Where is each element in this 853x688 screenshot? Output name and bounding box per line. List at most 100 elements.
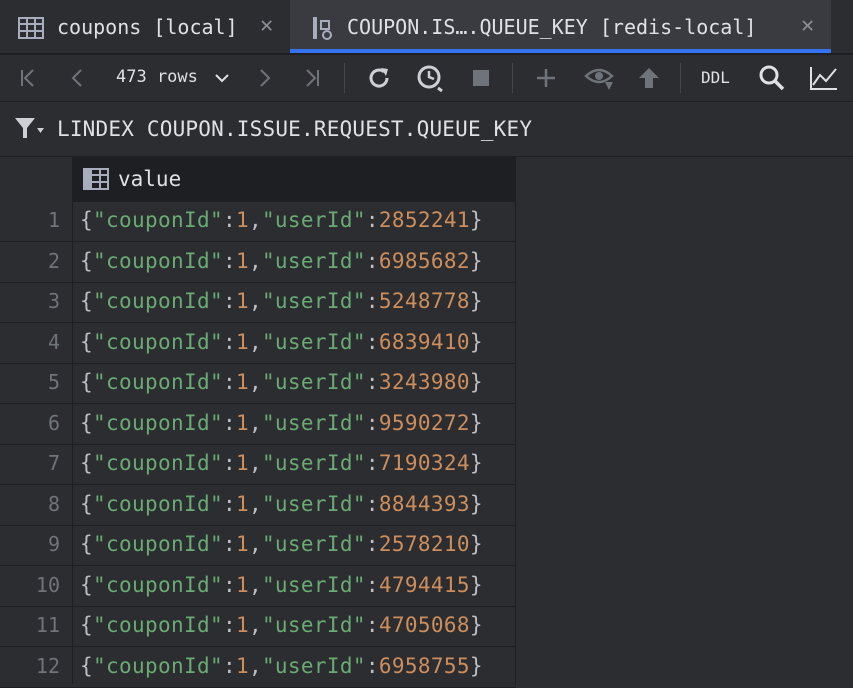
json-token: { — [80, 329, 93, 354]
table-row[interactable]: 3 {"couponId":1,"userId":5248778} — [0, 283, 516, 323]
value-cell[interactable]: {"couponId":1,"userId":6985682} — [80, 249, 483, 273]
coupon-id-value: 1 — [235, 208, 249, 232]
json-token: "userId" — [261, 289, 366, 313]
ddl-button[interactable]: DDL — [701, 68, 730, 87]
close-icon[interactable]: ✕ — [801, 13, 814, 38]
table-row[interactable]: 8 {"couponId":1,"userId":8844393} — [0, 486, 516, 526]
previous-page-icon[interactable] — [64, 55, 92, 101]
json-token: : — [365, 451, 379, 475]
coupon-id-value: 1 — [235, 248, 249, 273]
stop-icon[interactable] — [468, 55, 494, 101]
value-cell[interactable]: {"couponId":1,"userId":7190324} — [80, 451, 483, 475]
json-token: } — [469, 248, 483, 273]
json-token: { — [80, 572, 93, 597]
row-divider — [0, 686, 516, 688]
json-token: } — [469, 370, 483, 394]
json-token: : — [365, 410, 379, 435]
json-token: : — [365, 370, 379, 394]
divider — [72, 157, 73, 684]
json-token: } — [469, 532, 483, 556]
value-cell[interactable]: {"couponId":1,"userId":2852241} — [80, 208, 483, 232]
results-toolbar: 473 rows DDL — [0, 55, 853, 101]
json-token: : — [365, 329, 379, 354]
value-cell[interactable]: {"couponId":1,"userId":9590272} — [80, 411, 483, 435]
json-token: "userId" — [261, 248, 366, 273]
tab-bar: coupons [local] ✕ COUPON.IS….QUEUE_KEY [… — [0, 0, 853, 53]
json-token: "couponId" — [93, 370, 223, 394]
json-token: : — [222, 451, 236, 475]
first-page-icon[interactable] — [14, 55, 42, 101]
value-cell[interactable]: {"couponId":1,"userId":4794415} — [80, 573, 483, 597]
value-cell[interactable]: {"couponId":1,"userId":4705068} — [80, 613, 483, 637]
json-token: } — [469, 653, 483, 678]
column-header-value[interactable]: value — [72, 157, 515, 202]
json-token: , — [248, 289, 262, 313]
divider — [512, 63, 513, 93]
table-row[interactable]: 4 {"couponId":1,"userId":6839410} — [0, 324, 516, 364]
table-row[interactable]: 11 {"couponId":1,"userId":4705068} — [0, 607, 516, 647]
table-row[interactable]: 9 {"couponId":1,"userId":2578210} — [0, 526, 516, 566]
value-cell[interactable]: {"couponId":1,"userId":3243980} — [80, 370, 483, 394]
tab-coupons-local[interactable]: coupons [local] ✕ — [0, 0, 290, 53]
filter-icon[interactable] — [12, 104, 46, 154]
table-row[interactable]: 1 {"couponId":1,"userId":2852241} — [0, 202, 516, 242]
last-page-icon[interactable] — [298, 55, 326, 101]
tab-label: COUPON.IS….QUEUE_KEY [redis-local] — [347, 15, 757, 39]
value-cell[interactable]: {"couponId":1,"userId":6839410} — [80, 330, 483, 354]
json-token: : — [222, 329, 236, 354]
chart-icon[interactable] — [808, 55, 840, 101]
next-page-icon[interactable] — [250, 55, 278, 101]
divider — [515, 157, 516, 684]
value-cell[interactable]: {"couponId":1,"userId":6958755} — [80, 654, 483, 678]
json-token: : — [222, 572, 236, 597]
table-row[interactable]: 5 {"couponId":1,"userId":3243980} — [0, 364, 516, 404]
json-token: , — [248, 248, 262, 273]
tab-label: coupons [local] — [57, 15, 238, 39]
auto-refresh-icon[interactable] — [414, 55, 446, 101]
json-token: } — [469, 451, 483, 475]
table-row[interactable]: 2 {"couponId":1,"userId":6985682} — [0, 243, 516, 283]
tab-redis-queue-key[interactable]: COUPON.IS….QUEUE_KEY [redis-local] ✕ — [290, 0, 831, 53]
json-token: , — [248, 370, 262, 394]
json-token: } — [469, 491, 483, 516]
row-number: 6 — [47, 410, 60, 435]
value-cell[interactable]: {"couponId":1,"userId":8844393} — [80, 492, 483, 516]
json-token: { — [80, 532, 93, 556]
table-row[interactable]: 12 {"couponId":1,"userId":6958755} — [0, 648, 516, 688]
json-token: : — [222, 491, 236, 516]
json-token: : — [365, 289, 379, 313]
json-token: "couponId" — [93, 653, 223, 678]
json-token: : — [365, 653, 379, 678]
query-bar: LINDEX COUPON.ISSUE.REQUEST.QUEUE_KEY — [0, 102, 853, 156]
close-icon[interactable]: ✕ — [260, 13, 273, 38]
coupon-id-value: 1 — [235, 329, 249, 354]
user-id-value: 2578210 — [378, 532, 470, 556]
user-id-value: 7190324 — [378, 451, 470, 475]
json-token: : — [365, 491, 379, 516]
refresh-icon[interactable] — [364, 55, 394, 101]
value-cell[interactable]: {"couponId":1,"userId":2578210} — [80, 532, 483, 556]
json-token: : — [222, 208, 236, 232]
row-number: 3 — [47, 289, 60, 313]
add-row-icon[interactable] — [533, 55, 559, 101]
json-token: , — [248, 208, 262, 232]
table-row[interactable]: 10 {"couponId":1,"userId":4794415} — [0, 567, 516, 607]
row-number: 10 — [35, 572, 60, 597]
row-number: 8 — [47, 491, 60, 516]
value-cell[interactable]: {"couponId":1,"userId":5248778} — [80, 289, 483, 313]
search-icon[interactable] — [756, 55, 788, 101]
row-number: 7 — [47, 451, 60, 475]
row-number: 2 — [47, 248, 60, 273]
query-text[interactable]: LINDEX COUPON.ISSUE.REQUEST.QUEUE_KEY — [57, 117, 532, 141]
json-token: "couponId" — [93, 532, 223, 556]
user-id-value: 3243980 — [378, 370, 470, 394]
coupon-id-value: 1 — [235, 410, 249, 435]
chevron-down-icon[interactable] — [210, 55, 234, 101]
json-token: : — [365, 208, 379, 232]
submit-icon[interactable] — [636, 55, 662, 101]
table-row[interactable]: 7 {"couponId":1,"userId":7190324} — [0, 445, 516, 485]
preview-changes-icon[interactable] — [582, 55, 616, 101]
row-count[interactable]: 473 rows — [116, 67, 198, 87]
table-row[interactable]: 6 {"couponId":1,"userId":9590272} — [0, 405, 516, 445]
json-token: : — [222, 653, 236, 678]
